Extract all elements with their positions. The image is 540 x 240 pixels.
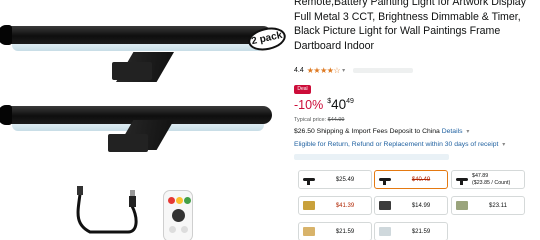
variation-unit-price: ($23.85 / Count): [472, 179, 511, 186]
variation-price: $25.49: [335, 176, 355, 183]
price-block: -10% $ 40 49: [294, 97, 354, 113]
shipping-details-link[interactable]: Details: [442, 128, 463, 135]
product-info-panel: Remote,Battery Painting Light for Artwor…: [294, 0, 540, 240]
returns-info[interactable]: Eligible for Return, Refund or Replaceme…: [294, 141, 505, 148]
deal-badge: Deal: [294, 85, 311, 94]
variation-thumb-icon: [303, 178, 315, 185]
chevron-down-icon[interactable]: ▾: [466, 129, 469, 135]
product-image-area[interactable]: 2 pack: [0, 0, 290, 240]
variation-swatch[interactable]: $14.99: [374, 196, 448, 215]
variation-swatch[interactable]: $21.59: [374, 222, 448, 240]
variation-swatch[interactable]: $21.59: [298, 222, 372, 240]
variation-thumb-icon: [456, 178, 468, 185]
remote-control-icon: [163, 190, 193, 240]
variation-thumb-icon: [303, 227, 315, 236]
variation-swatch[interactable]: $41.39: [298, 196, 372, 215]
star-rating-icon[interactable]: ★★★★☆: [307, 66, 341, 75]
chevron-down-icon[interactable]: ▾: [342, 67, 345, 74]
promo-placeholder: [294, 154, 449, 160]
variation-price: $41.39: [335, 202, 355, 209]
lamp-mount-top: [112, 62, 152, 80]
usb-cable-icon: [76, 186, 138, 234]
variation-thumb-icon: [456, 201, 468, 210]
variation-thumb-icon: [379, 178, 391, 185]
variation-price: $21.59: [335, 228, 355, 235]
variation-price: $40.49: [411, 176, 431, 183]
variation-price: $21.59: [411, 228, 431, 235]
variation-swatch[interactable]: $23.11: [451, 196, 525, 215]
lamp-mount-bottom: [108, 134, 148, 152]
discount-percent: -10%: [294, 98, 324, 112]
variation-price: $23.11: [489, 202, 507, 209]
ratings-count-placeholder: [353, 68, 414, 73]
variation-price-multi: $47.89 ($23.85 / Count): [472, 173, 510, 186]
chevron-down-icon[interactable]: ▾: [502, 142, 505, 148]
rating-value: 4.4: [294, 67, 304, 74]
typical-price-label: Typical price:: [294, 117, 327, 123]
variation-price: $47.89: [472, 173, 489, 179]
typical-price: Typical price: $44.99: [294, 117, 344, 123]
shipping-info: $26.50 Shipping & Import Fees Deposit to…: [294, 128, 469, 135]
variation-thumb-icon: [379, 201, 391, 210]
typical-price-value: $44.99: [327, 117, 345, 123]
variation-price: $14.99: [411, 202, 431, 209]
product-title: Remote,Battery Painting Light for Artwor…: [294, 0, 526, 52]
returns-text[interactable]: Eligible for Return, Refund or Replaceme…: [294, 141, 498, 148]
variation-swatch-selected[interactable]: $40.49: [374, 170, 448, 189]
price-whole: 40: [331, 97, 347, 112]
shipping-text: $26.50 Shipping & Import Fees Deposit to…: [294, 128, 440, 135]
variation-swatch[interactable]: $25.49: [298, 170, 372, 189]
rating-row[interactable]: 4.4 ★★★★☆ ▾: [294, 66, 414, 75]
variation-thumb-icon: [379, 227, 391, 236]
price-fraction: 49: [346, 98, 354, 105]
variation-thumb-icon: [303, 201, 315, 210]
variation-swatch[interactable]: $47.89 ($23.85 / Count): [451, 170, 525, 189]
